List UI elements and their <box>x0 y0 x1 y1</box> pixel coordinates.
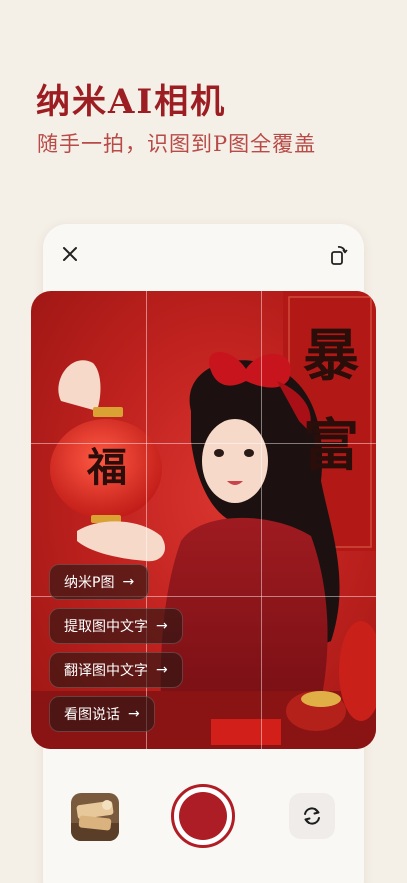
chip-label: 翻译图中文字 <box>64 663 148 679</box>
gallery-thumbnail[interactable] <box>71 793 119 841</box>
nano-p-edit-button[interactable]: 纳米P图 → <box>49 564 150 600</box>
describe-image-button[interactable]: 看图说话 → <box>49 696 155 732</box>
chip-label: 看图说话 <box>64 707 120 723</box>
camera-switch-icon <box>304 807 320 825</box>
translate-text-button[interactable]: 翻译图中文字 → <box>49 652 183 688</box>
page-title: 纳米AI相机 <box>36 82 227 122</box>
lantern-character: 福 <box>87 444 127 491</box>
extract-text-button[interactable]: 提取图中文字 → <box>49 608 183 644</box>
shutter-button[interactable] <box>171 784 235 848</box>
grid-line <box>261 291 262 749</box>
grid-line <box>31 443 376 444</box>
chip-label: 纳米P图 <box>64 575 115 591</box>
rotate-screen-icon[interactable] <box>329 244 349 266</box>
gallery-image <box>71 793 119 841</box>
shutter-core <box>179 792 227 840</box>
arrow-right-icon: → <box>156 662 168 678</box>
camera-switch-button[interactable] <box>289 793 335 839</box>
banner-text: 暴富 <box>303 323 359 479</box>
chip-label: 提取图中文字 <box>64 619 148 635</box>
page-subtitle: 随手一拍，识图到P图全覆盖 <box>37 132 317 156</box>
close-icon[interactable] <box>60 244 80 264</box>
arrow-right-icon: → <box>128 706 140 722</box>
arrow-right-icon: → <box>156 618 168 634</box>
arrow-right-icon: → <box>122 574 135 590</box>
